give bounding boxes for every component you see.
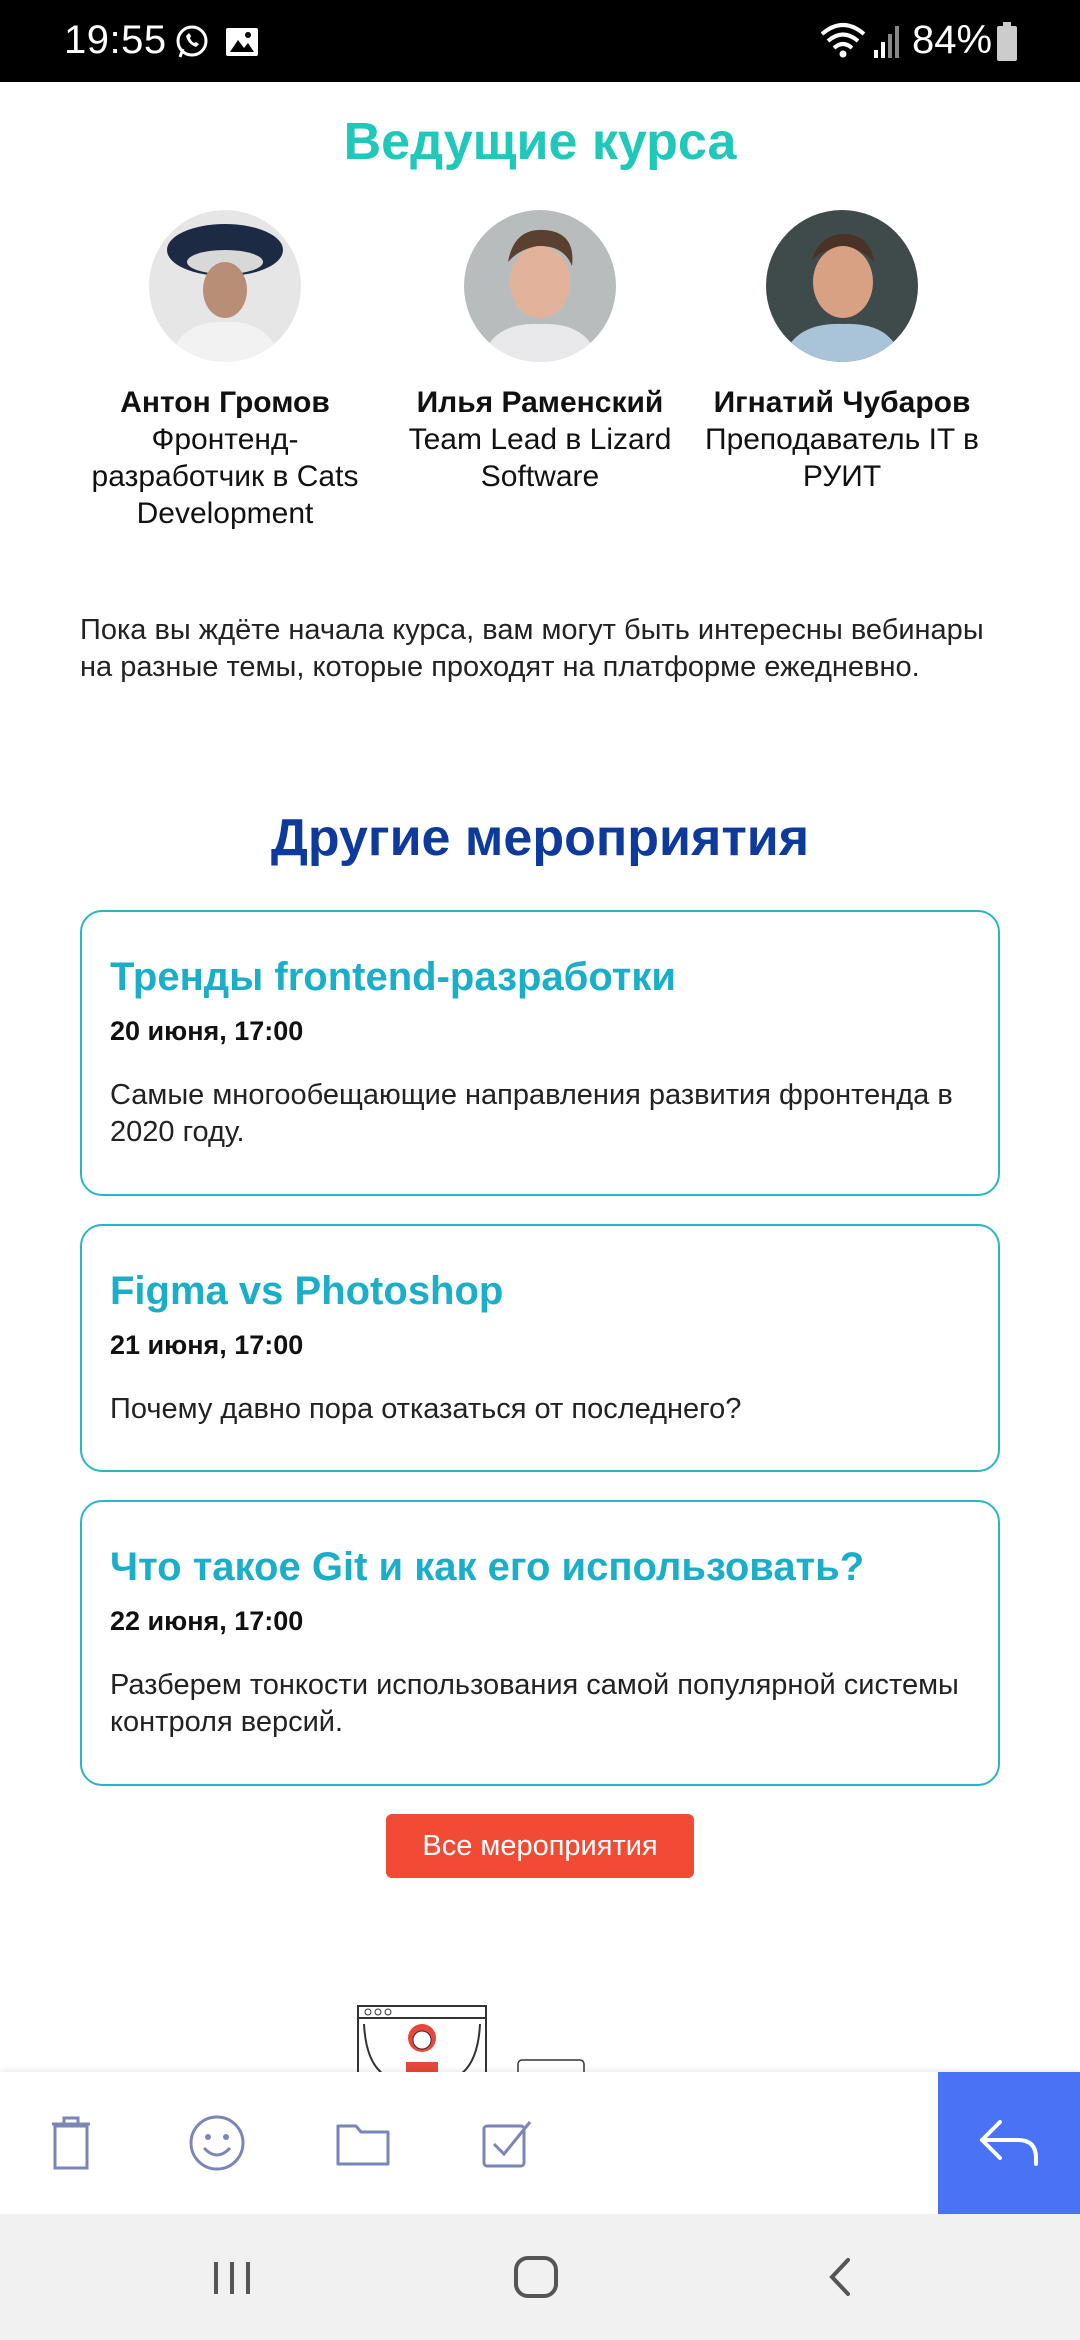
avatar: [464, 210, 616, 362]
speaker-card: Игнатий Чубаров Преподаватель IT в РУИТ: [697, 210, 987, 495]
speakers-title: Ведущие курса: [343, 113, 737, 171]
battery-percent: 84%: [912, 18, 993, 62]
avatar: [149, 210, 301, 362]
event-card[interactable]: Что такое Git и как его использовать? 22…: [80, 1500, 1000, 1786]
event-card[interactable]: Тренды frontend-разработки 20 июня, 17:0…: [80, 910, 1000, 1196]
event-description: Почему давно пора отказаться от последне…: [110, 1393, 742, 1425]
trash-icon[interactable]: [38, 2110, 104, 2176]
event-card[interactable]: Figma vs Photoshop 21 июня, 17:00 Почему…: [80, 1224, 1000, 1472]
bottom-toolbar: [0, 2072, 1080, 2214]
status-bar: 19:55 84%: [0, 0, 1080, 82]
events-title: Другие мероприятия: [270, 809, 810, 867]
task-icon[interactable]: [474, 2110, 540, 2176]
event-title[interactable]: Figma vs Photoshop: [110, 1266, 970, 1316]
event-description: Самые многообещающие направления развити…: [110, 1079, 953, 1148]
speaker-role: Team Lead в Lizard Software: [408, 423, 672, 493]
wifi-icon: [820, 23, 866, 58]
image-icon: [226, 28, 258, 56]
illustration-image: [357, 2005, 585, 2072]
avatar: [766, 210, 918, 362]
folder-icon[interactable]: [330, 2110, 396, 2176]
email-content[interactable]: Ведущие курса Антон Громов Фронтенд-разр…: [0, 82, 1080, 2072]
event-date: 20 июня, 17:00: [110, 1016, 304, 1046]
speaker-role: Фронтенд-разработчик в Cats Development: [91, 423, 359, 530]
system-nav-bar: [0, 2214, 1080, 2340]
signal-icon: [874, 26, 899, 58]
recent-apps-icon[interactable]: [202, 2252, 262, 2302]
status-time: 19:55: [64, 18, 167, 62]
speaker-name: Антон Громов: [120, 386, 330, 419]
back-icon[interactable]: [810, 2252, 870, 2302]
all-events-button[interactable]: Все мероприятия: [386, 1814, 694, 1878]
emoji-icon[interactable]: [184, 2110, 250, 2176]
battery-icon: [997, 22, 1017, 61]
event-date: 22 июня, 17:00: [110, 1606, 304, 1636]
speaker-card: Антон Громов Фронтенд-разработчик в Cats…: [80, 210, 370, 532]
reply-icon: [980, 2120, 1038, 2166]
event-description: Разберем тонкости использования самой по…: [110, 1669, 959, 1738]
event-title[interactable]: Что такое Git и как его использовать?: [110, 1542, 970, 1592]
speaker-name: Игнатий Чубаров: [713, 386, 971, 419]
speaker-role: Преподаватель IT в РУИТ: [705, 423, 979, 493]
event-date: 21 июня, 17:00: [110, 1330, 304, 1360]
home-icon[interactable]: [506, 2252, 566, 2302]
speaker-card: Илья Раменский Team Lead в Lizard Softwa…: [395, 210, 685, 495]
reply-button[interactable]: [938, 2072, 1080, 2214]
intro-text: Пока вы ждёте начала курса, вам могут бы…: [80, 614, 984, 683]
event-title[interactable]: Тренды frontend-разработки: [110, 952, 970, 1002]
whatsapp-icon: [176, 25, 208, 58]
speaker-name: Илья Раменский: [416, 386, 664, 419]
